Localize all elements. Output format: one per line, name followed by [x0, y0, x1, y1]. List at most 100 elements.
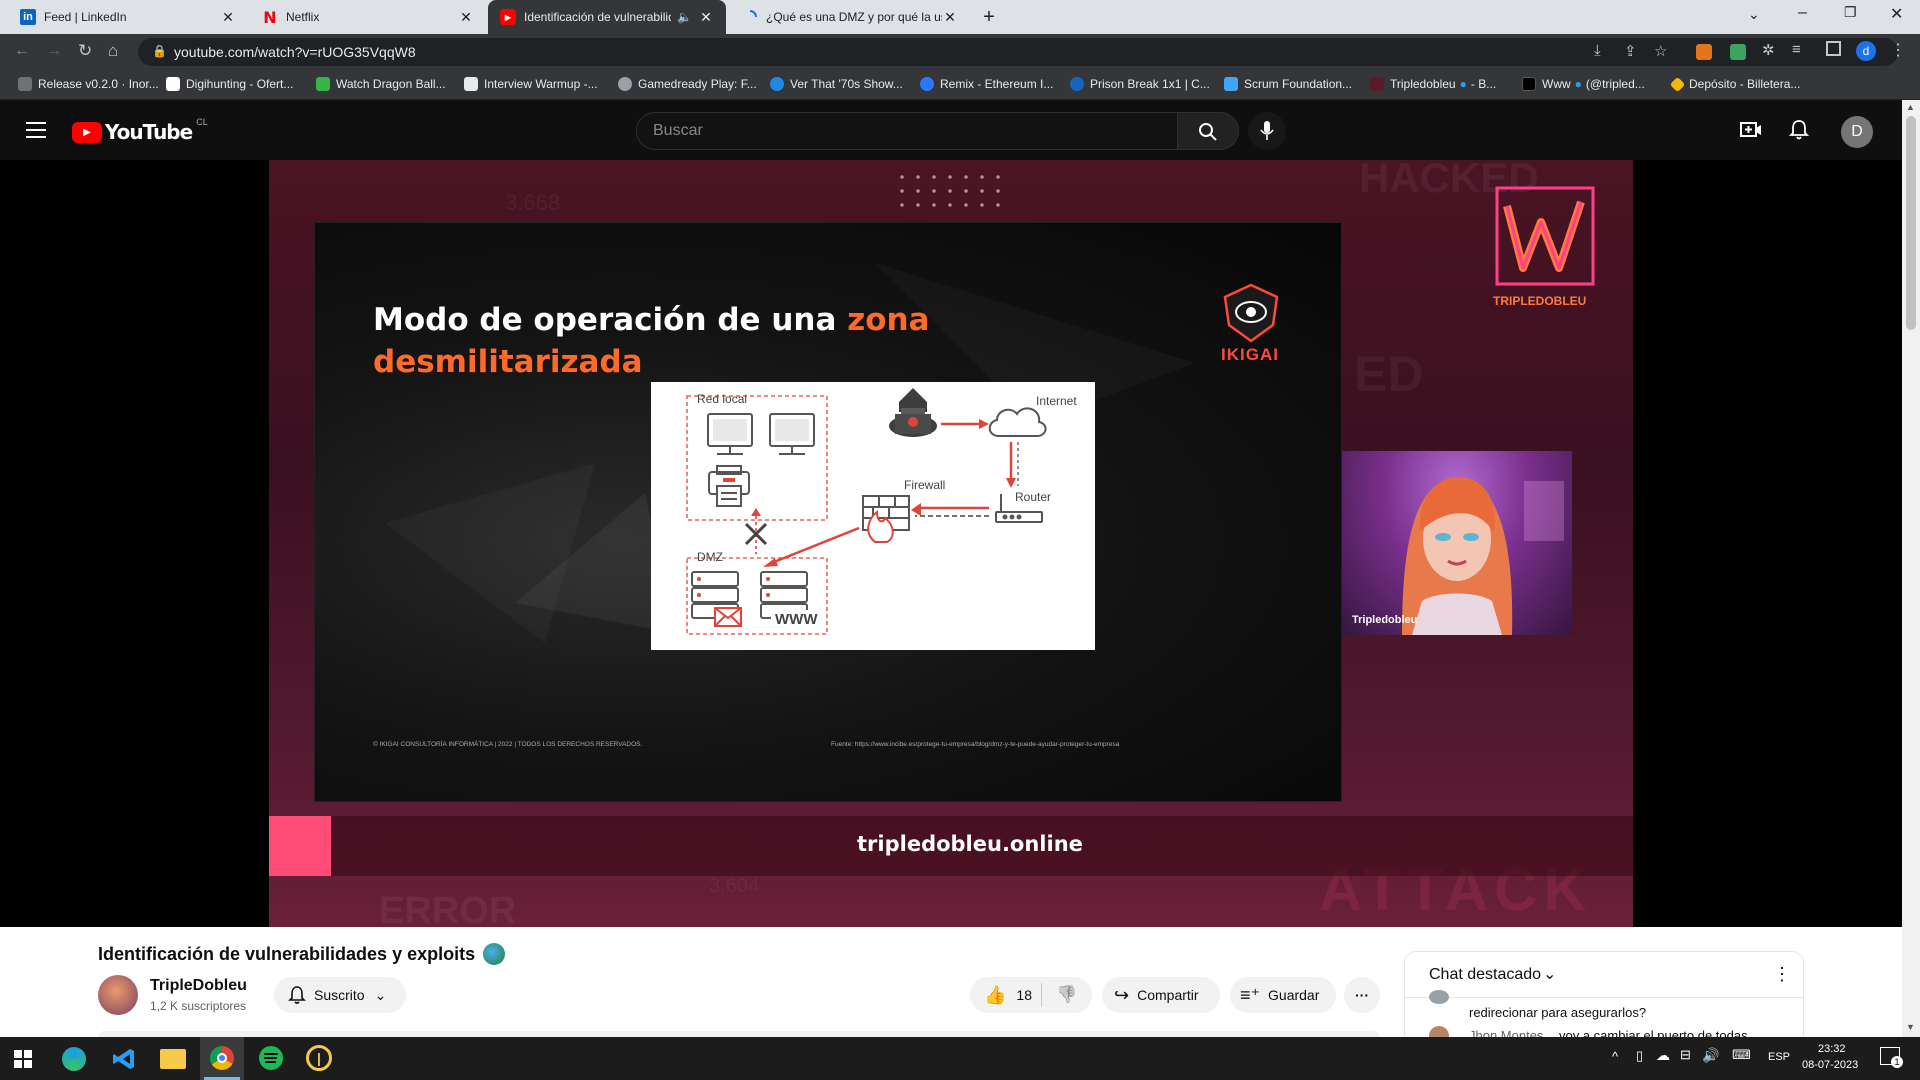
like-button[interactable]: 👍 18: [970, 983, 1042, 1007]
show-hidden-icons[interactable]: ^: [1612, 1049, 1618, 1064]
side-panel-icon[interactable]: [1826, 41, 1841, 56]
minimize-button[interactable]: –: [1798, 4, 1807, 22]
bookmark-item[interactable]: Scrum Foundation...: [1224, 77, 1352, 91]
chrome-menu-icon[interactable]: ⋮: [1890, 40, 1906, 60]
scroll-down-icon[interactable]: ▼: [1906, 1022, 1915, 1032]
create-video-icon[interactable]: [1740, 120, 1762, 140]
onedrive-icon[interactable]: ☁: [1656, 1047, 1670, 1064]
speaker-muted-icon[interactable]: 🔈: [677, 10, 692, 24]
printer-icon: [708, 465, 750, 507]
language-indicator[interactable]: ESP: [1768, 1051, 1790, 1063]
keyboard-icon[interactable]: ⌨: [1732, 1047, 1751, 1063]
device-icon[interactable]: ▯: [1636, 1048, 1643, 1064]
chat-mode-dropdown[interactable]: Chat destacado: [1429, 966, 1541, 984]
close-tab-icon[interactable]: ✕: [220, 9, 236, 26]
computer-icon: [707, 413, 815, 455]
github-icon: [18, 77, 32, 91]
bookmark-star-icon[interactable]: ☆: [1654, 42, 1667, 60]
hacker-icon: [889, 388, 937, 437]
more-actions-button[interactable]: ···: [1344, 977, 1380, 1013]
bookmark-item[interactable]: Tripledobleu ● - B...: [1370, 77, 1496, 91]
profile-avatar[interactable]: d: [1856, 41, 1876, 61]
extension-icon[interactable]: [1730, 44, 1746, 60]
notifications-bell-icon[interactable]: [1789, 119, 1809, 141]
subscribe-button[interactable]: Suscrito ⌄: [274, 977, 406, 1013]
tab-linkedin[interactable]: in Feed | LinkedIn ✕: [8, 0, 248, 34]
maximize-button[interactable]: ❐: [1844, 4, 1857, 21]
share-icon[interactable]: ⇪: [1624, 42, 1637, 60]
chat-author-name: Jhon Montes: [1469, 1028, 1544, 1037]
bookmark-item[interactable]: Interview Warmup -...: [464, 77, 598, 91]
tab-youtube-active[interactable]: ▶ Identificación de vulnerabilid 🔈 ✕: [488, 0, 726, 34]
dots-decoration: [894, 170, 1009, 210]
install-icon[interactable]: ⤓: [1594, 42, 1601, 59]
video-title: Identificación de vulnerabilidades y exp…: [98, 943, 506, 965]
edge-icon[interactable]: [62, 1047, 86, 1071]
notification-center-icon[interactable]: 1: [1880, 1047, 1903, 1068]
bookmark-item[interactable]: Depósito - Billetera...: [1669, 76, 1800, 92]
new-tab-button[interactable]: +: [978, 6, 1000, 28]
close-tab-icon[interactable]: ✕: [698, 9, 714, 26]
channel-avatar[interactable]: [98, 975, 138, 1015]
chat-menu-icon[interactable]: ⋮: [1773, 964, 1791, 985]
bookmark-item[interactable]: Release v0.2.0 · Inor...: [18, 77, 159, 91]
chevron-down-icon[interactable]: ⌄: [1543, 964, 1556, 984]
bookmark-item[interactable]: Gamedready Play: F...: [618, 77, 757, 91]
scrollbar-thumb[interactable]: [1906, 116, 1916, 330]
tab-search-icon[interactable]: ⌄: [1748, 6, 1760, 23]
page-scrollbar[interactable]: ▲ ▼: [1902, 100, 1920, 1037]
bookmark-item[interactable]: Digihunting - Ofert...: [166, 77, 293, 91]
voice-search-button[interactable]: [1248, 112, 1286, 150]
url-text: youtube.com/watch?v=rUOG35VqqW8: [174, 44, 416, 60]
forward-icon[interactable]: →: [46, 42, 62, 60]
bookmark-item[interactable]: Prison Break 1x1 | C...: [1070, 77, 1210, 91]
taskbar-chrome-active[interactable]: [200, 1037, 244, 1080]
dislike-button[interactable]: 👎: [1042, 985, 1077, 1005]
thumbs-up-icon: 👍: [984, 984, 1007, 1005]
account-avatar[interactable]: D: [1841, 116, 1873, 148]
tab-netflix[interactable]: N Netflix ✕: [250, 0, 486, 34]
metamask-extension-icon[interactable]: [1696, 44, 1712, 60]
close-tab-icon[interactable]: ✕: [458, 9, 474, 26]
search-input[interactable]: Buscar: [636, 112, 1178, 150]
clock-date[interactable]: 08-07-2023: [1802, 1059, 1858, 1071]
youtube-logo[interactable]: ▶ YouTube CL: [72, 117, 208, 144]
file-explorer-icon[interactable]: [160, 1049, 186, 1069]
reading-list-icon[interactable]: ≡: [1792, 41, 1801, 58]
scroll-up-icon[interactable]: ▲: [1906, 102, 1915, 112]
address-bar[interactable]: 🔒 youtube.com/watch?v=rUOG35VqqW8 ⤓ ⇪ ☆: [138, 38, 1898, 66]
home-icon[interactable]: ⌂: [108, 41, 118, 61]
bookmark-item[interactable]: Ver That '70s Show...: [770, 77, 903, 91]
firewall-icon: [862, 495, 910, 543]
bookmark-item[interactable]: Remix - Ethereum I...: [920, 77, 1053, 91]
bookmark-item[interactable]: Watch Dragon Ball...: [316, 77, 446, 91]
share-button[interactable]: ↪ Compartir: [1102, 977, 1220, 1013]
dragonball-icon: [316, 77, 330, 91]
volume-icon[interactable]: 🔊: [1702, 1047, 1719, 1064]
youtube-icon: ▶: [500, 9, 516, 25]
video-player[interactable]: HACKED ERROR ATTACK 3.604 3.668 ED TRIPL…: [0, 160, 1902, 927]
save-button[interactable]: ≡⁺ Guardar: [1230, 977, 1336, 1013]
more-horizontal-icon: ···: [1355, 987, 1369, 1003]
search-button[interactable]: [1177, 112, 1239, 150]
search-icon: [1199, 123, 1217, 141]
hamburger-menu-icon[interactable]: [26, 122, 46, 138]
close-window-button[interactable]: ✕: [1890, 4, 1903, 24]
reload-icon[interactable]: ↻: [78, 41, 92, 61]
windows-start-icon[interactable]: [14, 1050, 32, 1068]
webcam-overlay: Tripledobleu: [1342, 451, 1572, 635]
share-arrow-icon: ↪: [1114, 984, 1130, 1005]
channel-name[interactable]: TripleDobleu: [150, 977, 247, 995]
app-icon[interactable]: |: [306, 1045, 332, 1071]
like-dislike-group: 👍 18 👎: [970, 977, 1092, 1013]
vscode-icon[interactable]: [112, 1047, 136, 1071]
network-icon[interactable]: ⊟: [1680, 1047, 1691, 1063]
clock-time[interactable]: 23:32: [1818, 1043, 1846, 1055]
youtube-header: ▶ YouTube CL Buscar D: [0, 100, 1902, 160]
spotify-icon[interactable]: [259, 1046, 283, 1070]
bookmark-item[interactable]: Www ● (@tripled...: [1522, 77, 1645, 91]
tab-dmz[interactable]: ¿Qué es una DMZ y por qué la us ✕: [730, 0, 970, 34]
extensions-puzzle-icon[interactable]: ✲: [1762, 41, 1775, 59]
back-icon[interactable]: ←: [14, 42, 30, 60]
close-tab-icon[interactable]: ✕: [942, 9, 958, 26]
